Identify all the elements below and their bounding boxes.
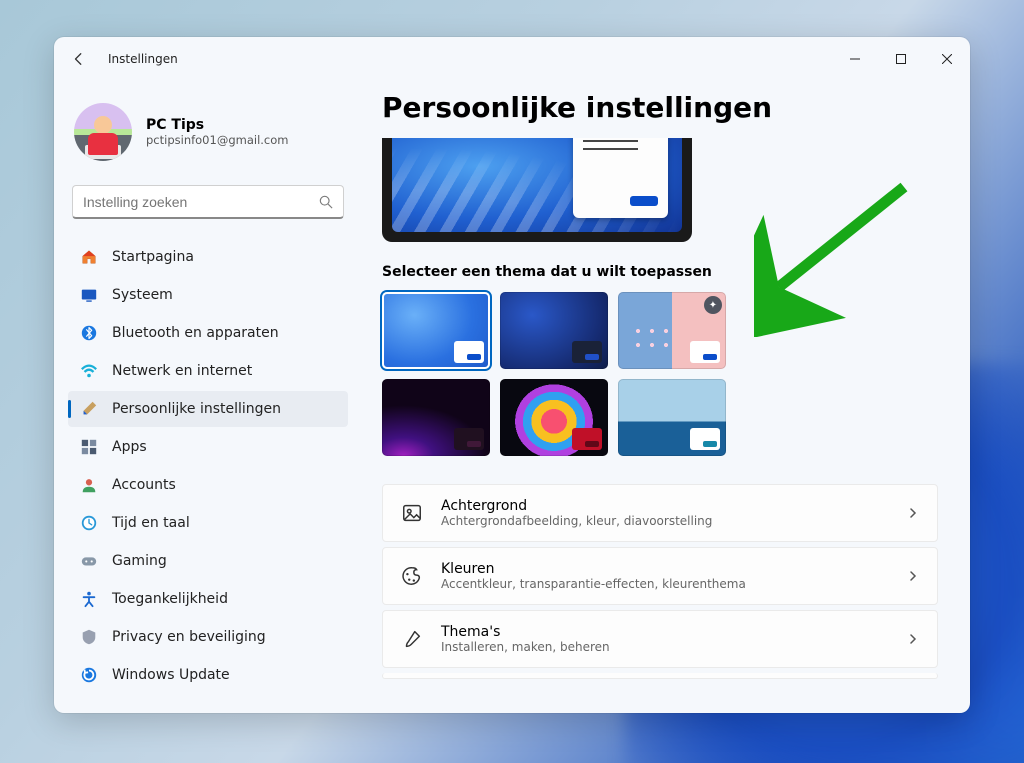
- desktop-preview: [382, 138, 692, 242]
- sidebar-item-label: Windows Update: [112, 667, 230, 683]
- search-icon: [319, 195, 333, 209]
- system-icon: [80, 286, 98, 304]
- chevron-right-icon: [907, 567, 919, 586]
- main-pane: Persoonlijke instellingen Selecteer een …: [356, 81, 970, 713]
- sidebar-item-privacy[interactable]: Privacy en beveiliging: [68, 619, 348, 655]
- profile-email: pctipsinfo01@gmail.com: [146, 133, 288, 147]
- wifi-icon: [80, 362, 98, 380]
- sidebar-item-label: Toegankelijkheid: [112, 591, 228, 607]
- minimize-button[interactable]: [832, 37, 878, 81]
- settings-window: Instellingen PC Tips pctipsinfo01@gmail.…: [54, 37, 970, 713]
- window-controls: [832, 37, 970, 81]
- chevron-right-icon: [907, 630, 919, 649]
- theme-tile-sunrise[interactable]: [618, 379, 726, 456]
- sidebar-item-network[interactable]: Netwerk en internet: [68, 353, 348, 389]
- profile-name: PC Tips: [146, 117, 288, 133]
- search-input[interactable]: [83, 194, 319, 210]
- row-title: Thema's: [441, 624, 889, 640]
- nav-list: Startpagina Systeem Bluetooth en apparat…: [68, 239, 348, 693]
- sidebar-item-accessibility[interactable]: Toegankelijkheid: [68, 581, 348, 617]
- row-subtitle: Accentkleur, transparantie-effecten, kle…: [441, 577, 889, 591]
- theme-tile-captured-motion[interactable]: [500, 379, 608, 456]
- row-subtitle: Installeren, maken, beheren: [441, 640, 889, 654]
- titlebar: Instellingen: [54, 37, 970, 81]
- sidebar: PC Tips pctipsinfo01@gmail.com Startpagi…: [54, 81, 356, 713]
- close-button[interactable]: [924, 37, 970, 81]
- sidebar-item-label: Startpagina: [112, 249, 194, 265]
- sidebar-item-label: Apps: [112, 439, 147, 455]
- profile-card[interactable]: PC Tips pctipsinfo01@gmail.com: [68, 85, 348, 185]
- brush-icon: [401, 628, 423, 650]
- apps-icon: [80, 438, 98, 456]
- sidebar-item-label: Accounts: [112, 477, 176, 493]
- sidebar-item-accounts[interactable]: Accounts: [68, 467, 348, 503]
- paintbrush-icon: [80, 400, 98, 418]
- clock-icon: [80, 514, 98, 532]
- row-title: Kleuren: [441, 561, 889, 577]
- shield-icon: [80, 628, 98, 646]
- settings-row-next-peek: [382, 673, 938, 679]
- gaming-icon: [80, 552, 98, 570]
- home-icon: [80, 248, 98, 266]
- accessibility-icon: [80, 590, 98, 608]
- settings-row-themes[interactable]: Thema's Installeren, maken, beheren: [382, 610, 938, 668]
- bluetooth-icon: [80, 324, 98, 342]
- sidebar-item-time[interactable]: Tijd en taal: [68, 505, 348, 541]
- sidebar-item-label: Bluetooth en apparaten: [112, 325, 279, 341]
- settings-list: Achtergrond Achtergrondafbeelding, kleur…: [382, 484, 938, 679]
- sidebar-item-home[interactable]: Startpagina: [68, 239, 348, 275]
- sidebar-item-apps[interactable]: Apps: [68, 429, 348, 465]
- page-title: Persoonlijke instellingen: [382, 91, 938, 124]
- window-title: Instellingen: [108, 52, 178, 66]
- sidebar-item-update[interactable]: Windows Update: [68, 657, 348, 693]
- chevron-right-icon: [907, 504, 919, 523]
- palette-icon: [401, 565, 423, 587]
- search-box[interactable]: [72, 185, 344, 219]
- preview-inner-window: [573, 138, 668, 218]
- sidebar-item-bluetooth[interactable]: Bluetooth en apparaten: [68, 315, 348, 351]
- sidebar-item-gaming[interactable]: Gaming: [68, 543, 348, 579]
- sidebar-item-label: Netwerk en internet: [112, 363, 252, 379]
- row-subtitle: Achtergrondafbeelding, kleur, diavoorste…: [441, 514, 889, 528]
- picture-icon: [401, 502, 423, 524]
- row-title: Achtergrond: [441, 498, 889, 514]
- sidebar-item-label: Systeem: [112, 287, 173, 303]
- theme-heading: Selecteer een thema dat u wilt toepassen: [382, 264, 938, 280]
- back-button[interactable]: [72, 52, 86, 66]
- settings-row-background[interactable]: Achtergrond Achtergrondafbeelding, kleur…: [382, 484, 938, 542]
- sidebar-item-label: Gaming: [112, 553, 167, 569]
- accounts-icon: [80, 476, 98, 494]
- update-icon: [80, 666, 98, 684]
- settings-row-colors[interactable]: Kleuren Accentkleur, transparantie-effec…: [382, 547, 938, 605]
- sidebar-item-label: Persoonlijke instellingen: [112, 401, 281, 417]
- theme-tile-light-bloom[interactable]: [382, 292, 490, 369]
- theme-tile-glow[interactable]: [382, 379, 490, 456]
- sidebar-item-label: Tijd en taal: [112, 515, 190, 531]
- avatar: [74, 103, 132, 161]
- spotlight-gear-icon: ✦: [704, 296, 722, 314]
- sidebar-item-personalization[interactable]: Persoonlijke instellingen: [68, 391, 348, 427]
- theme-tile-spotlight[interactable]: ✦: [618, 292, 726, 369]
- maximize-button[interactable]: [878, 37, 924, 81]
- theme-tile-dark-bloom[interactable]: [500, 292, 608, 369]
- sidebar-item-label: Privacy en beveiliging: [112, 629, 266, 645]
- theme-grid: ✦: [382, 292, 938, 456]
- sidebar-item-system[interactable]: Systeem: [68, 277, 348, 313]
